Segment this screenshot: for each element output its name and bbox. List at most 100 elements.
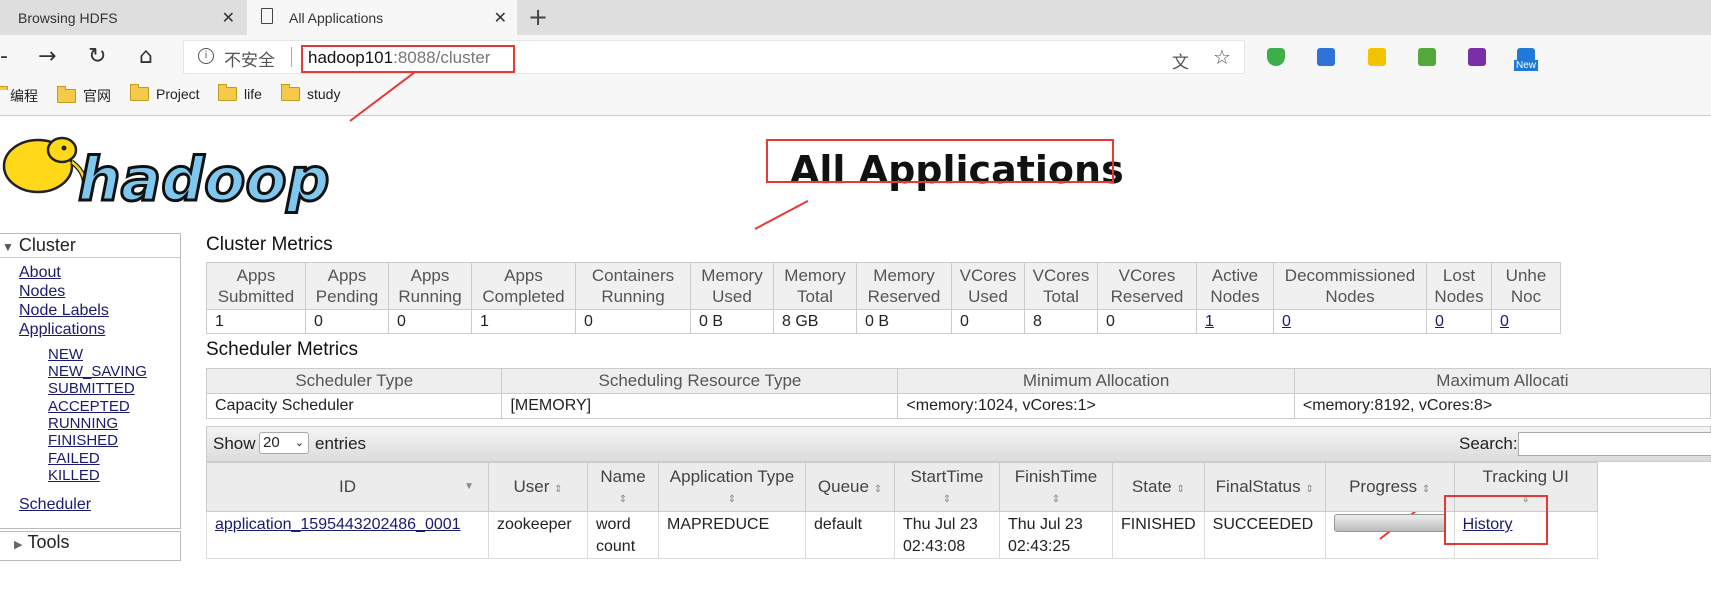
cluster-section-header[interactable]: ▼ Cluster xyxy=(0,235,180,257)
star-icon[interactable]: ☆ xyxy=(1213,45,1231,69)
triangle-down-icon: ▼ xyxy=(2,240,14,254)
divider xyxy=(0,257,180,258)
notes-icon[interactable] xyxy=(1368,48,1386,66)
sidebar-link-accepted[interactable]: ACCEPTED xyxy=(48,398,130,415)
bookmark-item[interactable]: life xyxy=(218,84,262,102)
triangle-right-icon: ▶ xyxy=(14,539,23,551)
column-header-application-type[interactable]: Application Type ⇕ xyxy=(658,462,806,512)
column-header: Lost Nodes xyxy=(1426,262,1492,310)
bookmark-item[interactable]: 编程 xyxy=(0,86,38,106)
sort-icon: ⇕ xyxy=(1305,484,1314,495)
scheduler-metrics-table: Scheduler Type Scheduling Resource Type … xyxy=(205,368,1711,419)
cluster-metrics-title: Cluster Metrics xyxy=(206,234,333,255)
translate-icon[interactable]: 文 xyxy=(1172,48,1189,73)
forward-icon[interactable]: → xyxy=(38,44,56,69)
annotation-box-history xyxy=(1444,495,1548,545)
sidebar-link-running[interactable]: RUNNING xyxy=(48,415,118,432)
table-cell: 1 xyxy=(1196,309,1274,334)
table-cell: 0 xyxy=(575,309,691,334)
translator-icon[interactable] xyxy=(1317,48,1335,66)
column-header: Unhe Noc xyxy=(1491,262,1561,310)
table-row: 1 0 0 1 0 0 B 8 GB 0 B 0 8 0 1 0 0 0 xyxy=(206,309,1561,334)
folder-icon xyxy=(218,84,237,101)
tab-browsing-hdfs[interactable]: Browsing HDFS ✕ xyxy=(0,0,245,35)
bookmark-item[interactable]: Project xyxy=(130,84,200,102)
progress-bar xyxy=(1333,514,1446,532)
column-header: Apps Running xyxy=(388,262,472,310)
info-icon[interactable]: i xyxy=(198,48,214,64)
sidebar-link-applications[interactable]: Applications xyxy=(19,321,105,339)
security-label[interactable]: 不安全 xyxy=(224,46,275,71)
folder-icon xyxy=(281,84,300,101)
table-cell: 0 xyxy=(951,309,1025,334)
column-header: Scheduling Resource Type xyxy=(501,368,899,394)
lost-nodes-link[interactable]: 0 xyxy=(1435,313,1444,330)
application-id-link[interactable]: application_1595443202486_0001 xyxy=(215,516,461,533)
sidebar-link-submitted[interactable]: SUBMITTED xyxy=(48,380,135,397)
sidebar-link-new-saving[interactable]: NEW_SAVING xyxy=(48,363,147,380)
column-header-user[interactable]: User ⇕ xyxy=(488,462,588,512)
table-cell: application_1595443202486_0001 xyxy=(206,511,489,559)
new-tab-icon[interactable]: + xyxy=(528,3,548,31)
column-header: Apps Pending xyxy=(305,262,389,310)
reload-icon[interactable]: ↻ xyxy=(88,44,106,69)
close-icon[interactable]: ✕ xyxy=(222,8,235,28)
column-header-finishtime[interactable]: FinishTime ⇕ xyxy=(999,462,1113,512)
table-cell: Thu Jul 23 02:43:08 xyxy=(894,511,1000,559)
table-cell: MAPREDUCE xyxy=(658,511,806,559)
annotation-box-title xyxy=(766,139,1114,183)
column-header-progress[interactable]: Progress ⇕ xyxy=(1324,462,1455,512)
column-header: Containers Running xyxy=(575,262,691,310)
onenote-icon[interactable] xyxy=(1468,48,1486,66)
tab-all-applications[interactable]: All Applications ✕ xyxy=(247,0,517,35)
column-header-name[interactable]: Name ⇕ xyxy=(587,462,659,512)
hadoop-logo[interactable]: hadoop xyxy=(0,124,330,214)
tools-section-header[interactable]: ▶ Tools xyxy=(0,531,181,561)
table-cell: default xyxy=(805,511,895,559)
sidebar-link-about[interactable]: About xyxy=(19,264,61,282)
column-header-queue[interactable]: Queue ⇕ xyxy=(805,462,895,512)
page-size-select[interactable]: 20 ⌄ xyxy=(259,432,309,454)
column-header-starttime[interactable]: StartTime ⇕ xyxy=(894,462,1000,512)
table-cell xyxy=(1324,511,1455,559)
search-input[interactable] xyxy=(1518,432,1711,456)
bookmark-item[interactable]: study xyxy=(281,84,340,102)
column-header-finalstatus[interactable]: FinalStatus ⇕ xyxy=(1203,462,1326,512)
decommissioned-nodes-link[interactable]: 0 xyxy=(1282,313,1291,330)
printer-icon[interactable] xyxy=(1418,48,1436,66)
sort-icon: ⇕ xyxy=(1051,494,1061,505)
sidebar-link-node-labels[interactable]: Node Labels xyxy=(19,302,109,320)
column-header: Memory Reserved xyxy=(856,262,952,310)
column-header: VCores Used xyxy=(951,262,1025,310)
unhealthy-nodes-link[interactable]: 0 xyxy=(1500,313,1509,330)
column-header-state[interactable]: State ⇕ xyxy=(1112,462,1205,512)
home-icon[interactable]: ⌂ xyxy=(139,44,153,69)
sidebar-link-finished[interactable]: FINISHED xyxy=(48,432,118,449)
column-header: Maximum Allocati xyxy=(1293,368,1711,394)
table-cell: 1 xyxy=(206,309,306,334)
bookmark-item[interactable]: 官网 xyxy=(57,86,111,106)
sidebar-link-killed[interactable]: KILLED xyxy=(48,467,100,484)
table-cell: 1 xyxy=(471,309,576,334)
sort-icon: ⇕ xyxy=(1421,484,1431,495)
sort-icon: ⇕ xyxy=(873,484,883,495)
column-header: Apps Submitted xyxy=(206,262,306,310)
active-nodes-link[interactable]: 1 xyxy=(1205,313,1214,330)
applications-table: ID ▼ User ⇕ Name ⇕ Application Type ⇕ Queu… xyxy=(206,462,1598,559)
close-icon[interactable]: ✕ xyxy=(494,8,507,28)
annotation-arrow xyxy=(754,199,809,230)
column-header: VCores Total xyxy=(1024,262,1098,310)
table-cell: FINISHED xyxy=(1112,511,1205,559)
sidebar-link-scheduler[interactable]: Scheduler xyxy=(19,496,91,514)
table-cell: 0 xyxy=(1426,309,1492,334)
tab-label: Browsing HDFS xyxy=(18,9,118,26)
sidebar-link-new[interactable]: NEW xyxy=(48,346,83,363)
table-cell: 8 xyxy=(1024,309,1098,334)
search-label: Search: xyxy=(1459,434,1518,453)
sidebar-link-failed[interactable]: FAILED xyxy=(48,450,100,467)
column-header-id[interactable]: ID ▼ xyxy=(206,462,489,512)
sidebar-link-nodes[interactable]: Nodes xyxy=(19,283,65,301)
column-header: Active Nodes xyxy=(1196,262,1274,310)
shield-icon[interactable] xyxy=(1267,48,1285,66)
back-icon[interactable]: ‐ xyxy=(0,44,8,69)
